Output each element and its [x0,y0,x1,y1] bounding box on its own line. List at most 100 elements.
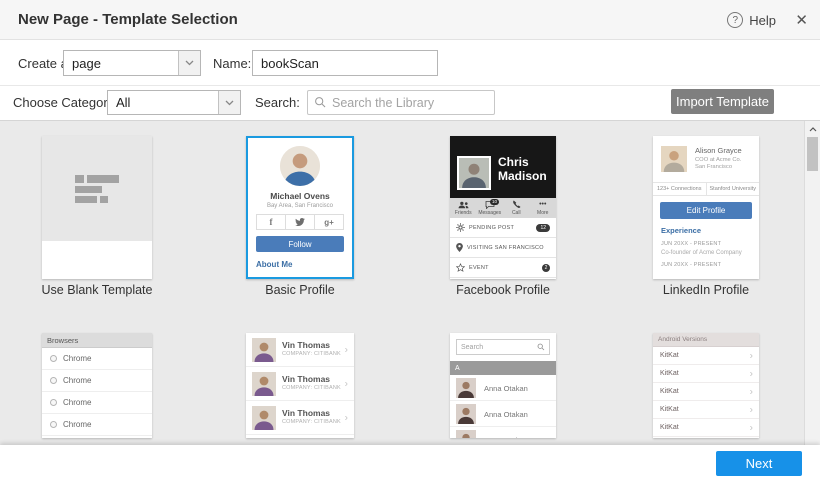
avatar [252,338,276,362]
list-item: Vin Thomas COMPANY: CITIBANK › [246,401,354,435]
more-icon: ••• More [537,200,549,216]
library-search-box [307,90,495,115]
search-icon [537,343,545,351]
avatar [456,430,476,438]
scrollbar-up-button[interactable] [805,123,820,135]
friends-icon: Friends [450,198,477,218]
about-me-link-preview: About Me [256,260,293,269]
radio-icon [50,421,57,428]
profile-name: Michael Ovens [270,191,330,201]
help-label: Help [749,12,776,28]
template-card-facebook-profile[interactable]: Chris Madison Friends 10 Messages Call •… [450,136,556,279]
create-row: Create a page Name: [0,40,820,86]
experience-role: Co-founder of Acme Company [661,250,742,256]
category-value: All [116,95,131,110]
messages-icon: 10 Messages [478,199,502,216]
star-icon [456,263,465,272]
list-header: Android Versions [653,333,759,347]
close-button[interactable]: ✕ [795,0,808,40]
radio-icon [50,355,57,362]
section-header: A [450,361,556,375]
list-item: Chrome [42,370,152,392]
chevron-down-icon [218,91,240,114]
category-label: Choose Category: [13,95,118,110]
scrollbar-thumb[interactable] [807,137,818,171]
create-type-value: page [72,55,101,71]
profile-text: Alison Grayce COO at Acme Co. San Franci… [695,146,742,170]
create-a-label: Create a [18,56,68,71]
profile-name: Alison Grayce [695,146,742,155]
list-item: Anna Otakan [450,427,556,438]
template-gallery: Michael Ovens Bay Area, San Francisco f … [0,120,820,445]
school-name: Stanford University [709,186,756,192]
avatar [456,404,476,424]
template-card-linkedin-profile[interactable]: Alison Grayce COO at Acme Co. San Franci… [653,136,759,279]
import-template-button[interactable]: Import Template [671,89,774,114]
template-card-people-list[interactable]: Search A Anna Otakan Anna Otakan Anna Ot… [450,333,556,438]
googleplus-icon: g+ [324,217,334,227]
template-label-facebook-profile: Facebook Profile [456,283,550,297]
new-page-dialog: New Page - Template Selection ? Help ✕ C… [0,0,820,486]
chevron-right-icon: › [344,378,348,389]
help-icon: ? [727,12,744,28]
avatar [252,372,276,396]
dialog-footer: Next [0,445,820,486]
list-item: KitKat › [653,401,759,419]
create-type-select[interactable]: page [63,50,201,76]
chevron-right-icon: › [749,386,753,397]
chevron-down-icon [178,51,200,75]
filter-row: Choose Category: All Search: Import Temp… [0,86,820,120]
chevron-right-icon: › [749,350,753,361]
page-title: New Page - Template Selection [18,11,238,28]
pending-post-row: PENDING POST 12 [450,218,556,238]
wireframe-icon [75,174,119,203]
event-row: EVENT 2 [450,258,556,278]
list-item: Chrome [42,414,152,436]
facebook-header: Chris Madison [450,136,556,198]
template-card-browsers-list[interactable]: Browsers Chrome Chrome Chrome Chrome Chr… [42,333,152,438]
profile-title: COO at Acme Co. [695,156,742,163]
visiting-row: VISITING SAN FRANCISCO [450,238,556,258]
template-label-blank: Use Blank Template [41,283,153,297]
chevron-right-icon: › [344,344,348,355]
list-item: KitKat › [653,383,759,401]
next-button[interactable]: Next [716,451,802,476]
library-search-input[interactable] [332,95,493,110]
experience-header: Experience [661,226,702,235]
connections-count: 123+ Connections [653,183,707,195]
search-label: Search: [255,95,300,110]
follow-button-preview: Follow [256,236,344,252]
template-card-blank[interactable] [42,136,152,279]
social-bar: f g+ [256,214,344,230]
help-button[interactable]: ? Help [727,0,776,40]
profile-name: Chris Madison [498,155,547,183]
category-select[interactable]: All [107,90,241,115]
edit-profile-button-preview: Edit Profile [660,202,752,219]
list-item: Chrome [42,436,152,438]
list-item: Vin Thomas COMPANY: CITIBANK [246,435,354,438]
template-label-linkedin-profile: LinkedIn Profile [662,283,750,297]
template-card-basic-profile[interactable]: Michael Ovens Bay Area, San Francisco f … [246,136,354,279]
list-item: KitKat › [653,419,759,437]
close-icon: ✕ [795,12,808,29]
call-icon: Call [503,198,530,218]
template-card-contacts-list[interactable]: Vin Thomas COMPANY: CITIBANK › Vin Thoma… [246,333,354,438]
avatar [280,146,320,186]
template-card-android-versions[interactable]: Android Versions KitKat › KitKat › KitKat ›… [653,333,759,438]
avatar [457,156,491,190]
chevron-right-icon: › [749,404,753,415]
list-item: Vin Thomas COMPANY: CITIBANK › [246,333,354,367]
connections-bar: 123+ Connections Stanford University [653,182,759,196]
name-input[interactable] [252,50,438,76]
list-item: Anna Otakan [450,401,556,427]
gear-icon [456,223,465,232]
list-item: KitKat › [653,347,759,365]
scrollbar-track[interactable] [804,121,820,445]
avatar [456,378,476,398]
profile-location: San Francisco [695,164,733,170]
template-label-basic-profile: Basic Profile [265,283,335,297]
avatar [252,406,276,430]
radio-icon [50,399,57,406]
list-header: Browsers [42,333,152,348]
list-item: Chrome [42,392,152,414]
